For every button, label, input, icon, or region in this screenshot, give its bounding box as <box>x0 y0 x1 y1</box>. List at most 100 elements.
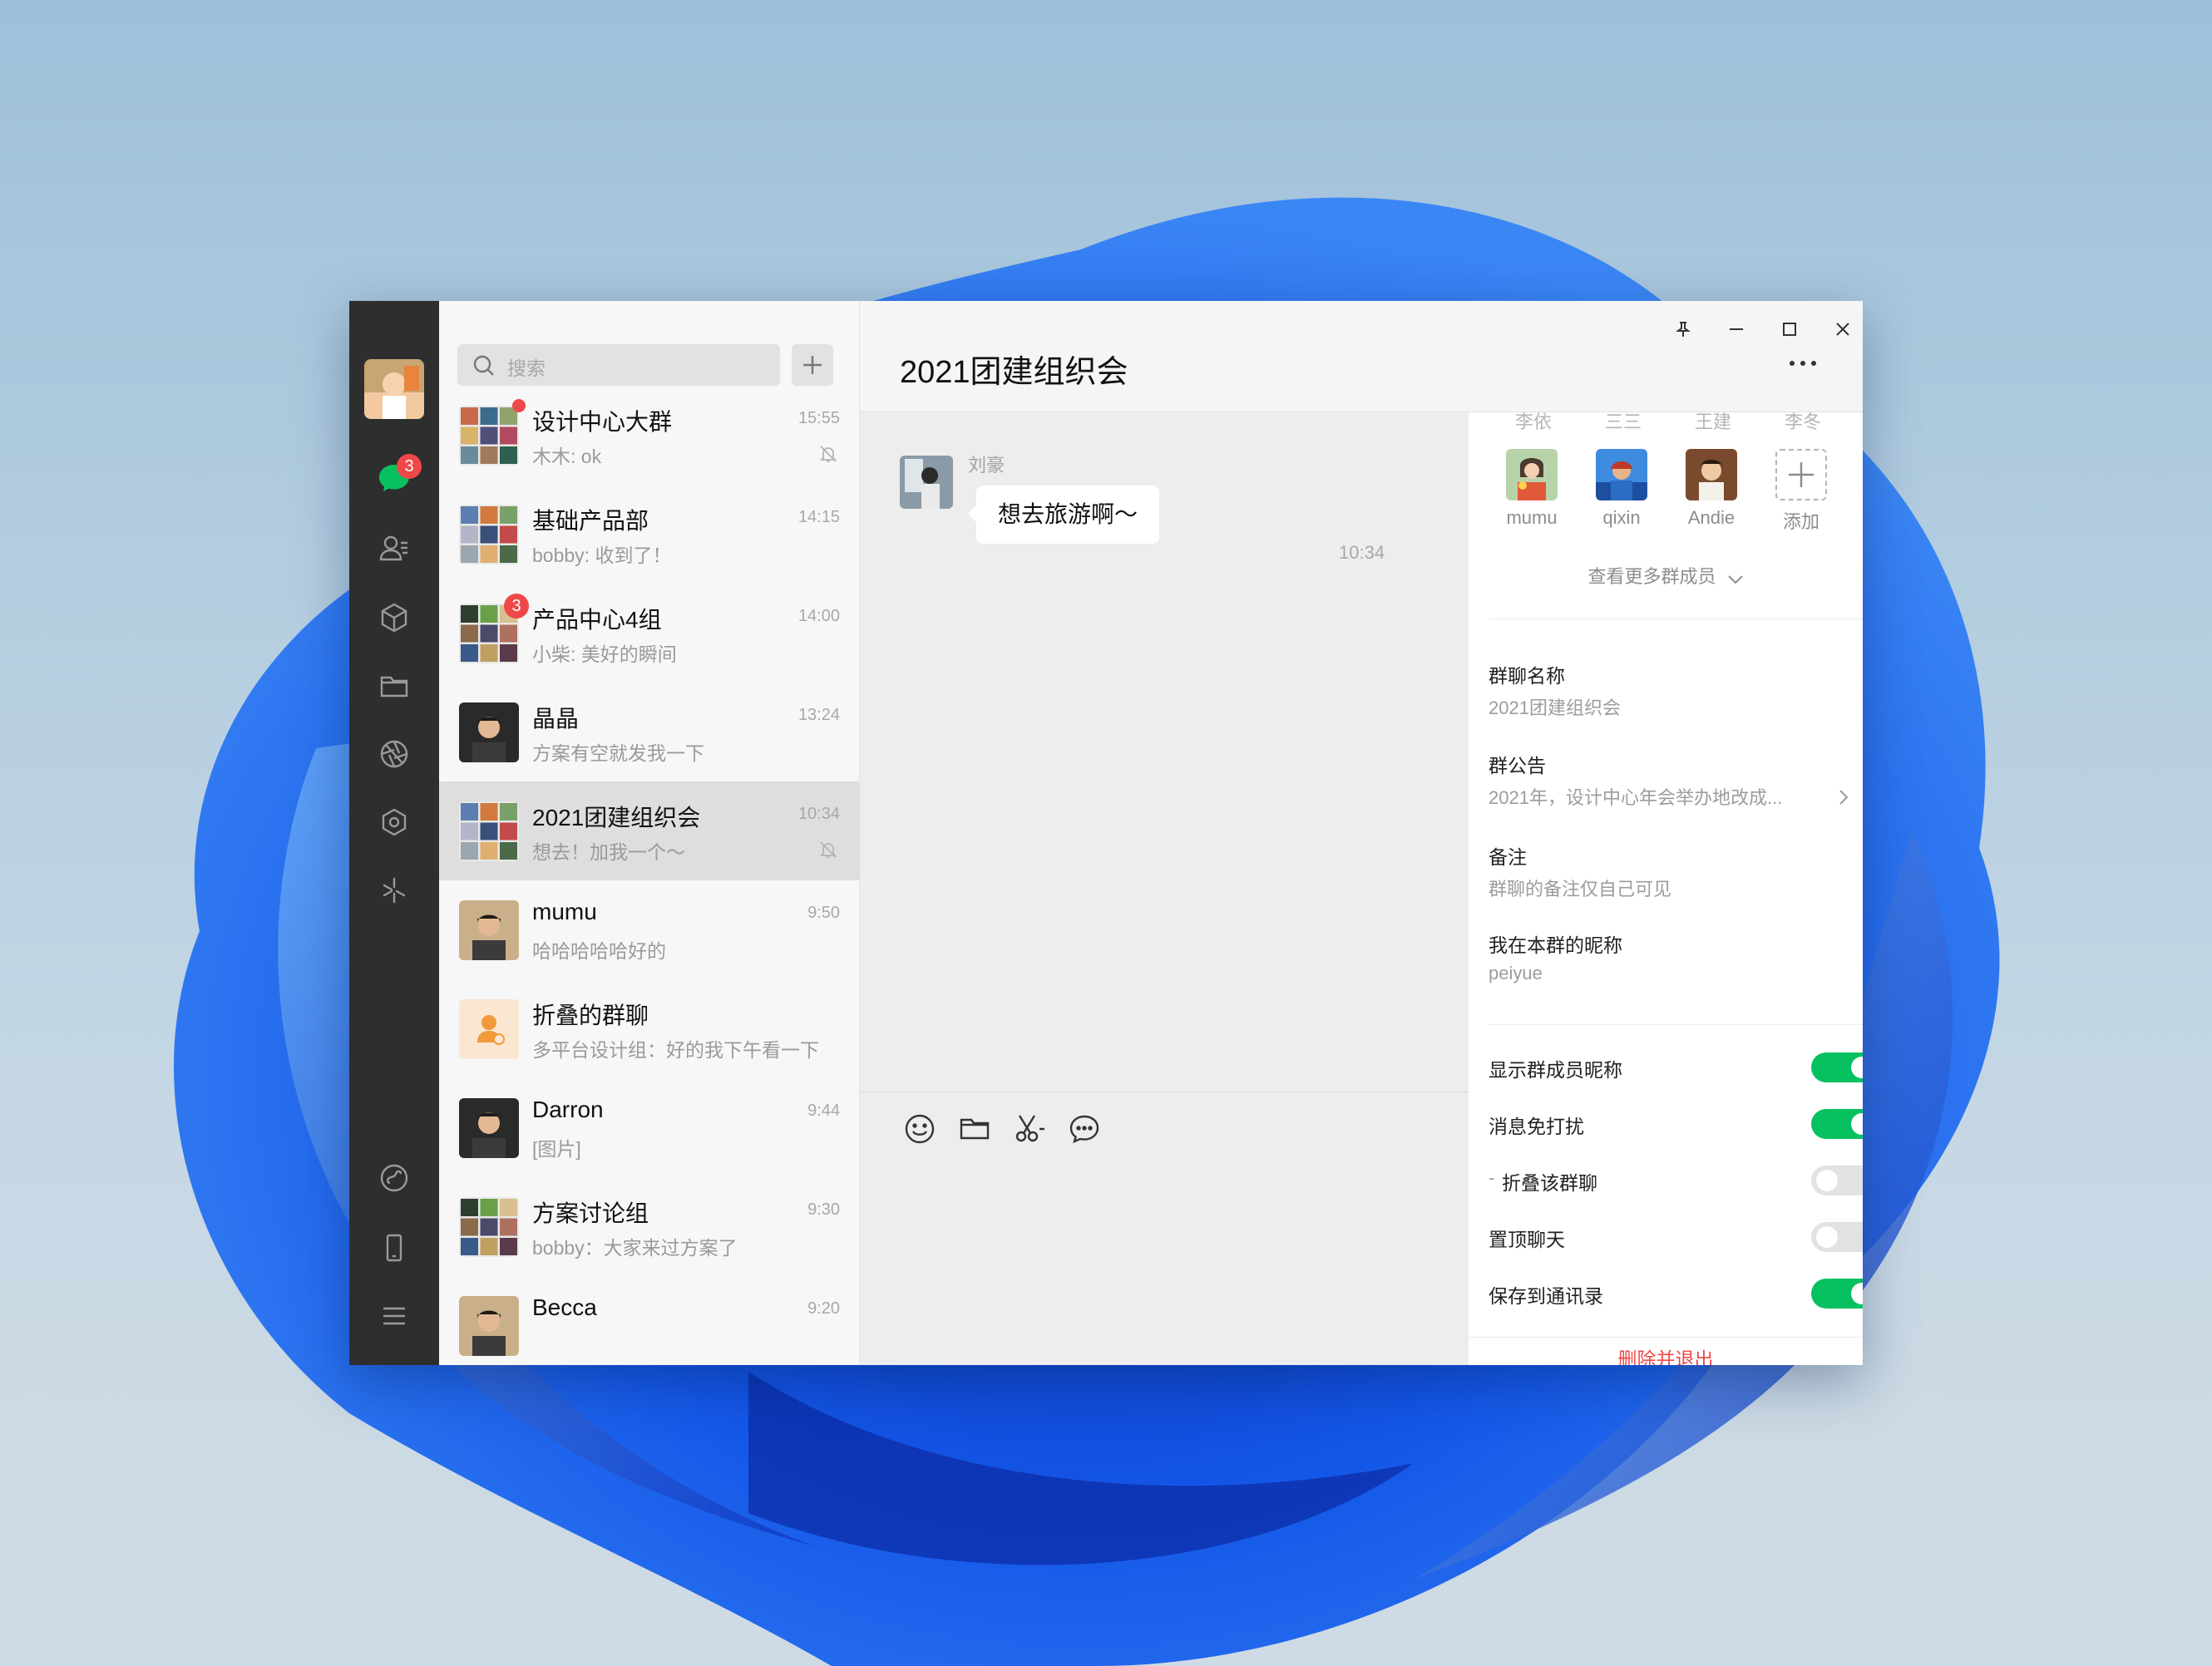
maximize-button[interactable] <box>1773 313 1806 346</box>
add-member-icon <box>1775 449 1827 500</box>
chat-time: 15:55 <box>797 409 840 427</box>
my-avatar[interactable] <box>364 359 424 419</box>
chat-time: 9:44 <box>807 1102 840 1120</box>
channels-nav-icon[interactable] <box>373 801 415 843</box>
pin-window-button[interactable] <box>1666 313 1700 346</box>
chat-unread-badge: 3 <box>397 454 422 479</box>
setting-toggle[interactable] <box>1811 1279 1863 1309</box>
chevron-down-icon <box>1727 574 1743 584</box>
folder-nav-icon[interactable] <box>373 665 415 707</box>
emoji-icon <box>905 1114 935 1144</box>
search-input[interactable]: 搜索 <box>457 344 780 386</box>
chat-header: 2021团建组织会 <box>860 301 1863 412</box>
emoji-button[interactable] <box>901 1111 938 1147</box>
file-button[interactable] <box>956 1111 993 1147</box>
plus-icon <box>803 356 822 374</box>
setting-toggle[interactable] <box>1811 1052 1863 1082</box>
muted-bell-icon <box>818 444 838 467</box>
create-chat-button[interactable] <box>792 344 833 386</box>
chat-avatar <box>459 801 519 861</box>
member-label: mumu <box>1506 507 1558 528</box>
toggle-knob <box>1816 1226 1838 1248</box>
mini-apps-icon[interactable] <box>373 1157 415 1199</box>
chat-name: mumu <box>532 899 597 924</box>
chat-list-item[interactable]: Darron [图片] 9:44 <box>439 1078 860 1177</box>
divider <box>1489 1024 1863 1025</box>
member-mumu[interactable]: mumu <box>1499 449 1565 529</box>
remark-value: 群聊的备注仅自己可见 <box>1489 879 1672 900</box>
toggle-knob <box>1851 1283 1863 1304</box>
chat-list-item[interactable]: 晶晶 方案有空就发我一下 13:24 <box>439 683 860 781</box>
toggle-knob <box>1816 1170 1838 1191</box>
chat-name: Becca <box>532 1294 597 1320</box>
contacts-nav-icon[interactable] <box>373 527 415 569</box>
chat-avatar <box>459 1098 519 1158</box>
chat-name: 基础产品部 <box>532 508 649 534</box>
chat-time: 9:50 <box>807 904 840 922</box>
chat-time: 9:30 <box>807 1200 840 1219</box>
close-icon <box>1836 323 1849 336</box>
member-avatar <box>1686 449 1737 500</box>
chat-name: 2021团建组织会 <box>532 805 701 831</box>
chat-preview: 哈哈哈哈哈好的 <box>532 940 666 962</box>
message-bubble[interactable]: 想去旅游啊～ <box>967 486 1160 544</box>
chat-history-button[interactable] <box>1066 1111 1103 1147</box>
member-name-cut: 李依 <box>1515 412 1553 432</box>
setting-label: 置顶聊天 <box>1489 1229 1565 1250</box>
chat-list-item[interactable]: Becca 9:20 <box>439 1276 860 1365</box>
chat-area: 2021团建组织会 刘豪 想去旅游啊～ 10:34 李依 三三 王建 李冬 mu… <box>860 301 1863 1365</box>
chat-list-item[interactable]: 2021团建组织会 想去！加我一个～ 10:34 <box>439 781 860 880</box>
setting-label: 保存到通讯录 <box>1489 1285 1603 1307</box>
chat-name: 产品中心4组 <box>532 607 662 633</box>
unread-badge: 3 <box>504 594 529 619</box>
close-button[interactable] <box>1826 313 1859 346</box>
chat-bubble-icon <box>1069 1115 1099 1144</box>
member-name-cut: 李冬 <box>1785 412 1822 432</box>
notice-value: 2021年，设计中心年会举办地改成... <box>1489 787 1783 808</box>
miniprogram-nav-icon[interactable] <box>373 870 415 911</box>
pin-icon <box>1676 322 1691 337</box>
minimize-button[interactable] <box>1720 313 1753 346</box>
chat-nav-icon[interactable]: 3 <box>373 454 422 499</box>
cube-nav-icon[interactable] <box>373 597 415 638</box>
chat-info-button[interactable] <box>1788 356 1818 372</box>
input-toolbar <box>860 1092 1469 1365</box>
chat-list-item[interactable]: 基础产品部 bobby: 收到了！ 14:15 <box>439 485 860 584</box>
setting-toggle[interactable] <box>1811 1109 1863 1139</box>
wechat-window: 3 搜索 设计中心大群 木木: ok 15:55 基础产品部 bobby: 收到… <box>349 301 1863 1365</box>
moments-nav-icon[interactable] <box>373 733 415 775</box>
notice-label: 群公告 <box>1489 755 1546 776</box>
member-qixin[interactable]: qixin <box>1588 449 1655 529</box>
sender-avatar[interactable] <box>900 456 953 509</box>
indent-marker: - <box>1489 1167 1495 1188</box>
minimize-icon <box>1730 328 1743 330</box>
setting-toggle[interactable] <box>1811 1222 1863 1252</box>
setting-toggle[interactable] <box>1811 1166 1863 1195</box>
phone-icon[interactable] <box>373 1227 415 1269</box>
screenshot-button[interactable] <box>1011 1111 1048 1147</box>
chat-avatar <box>459 406 519 466</box>
chat-time: 14:00 <box>797 607 840 625</box>
folder-icon <box>960 1118 990 1140</box>
remark-label: 备注 <box>1489 846 1527 868</box>
chat-name: 晶晶 <box>532 706 580 732</box>
search-placeholder: 搜索 <box>507 357 546 379</box>
chat-list-item[interactable]: 折叠的群聊 多平台设计组：好的我下午看一下 <box>439 979 860 1078</box>
chat-preview: 想去！加我一个～ <box>532 841 685 863</box>
menu-icon[interactable] <box>373 1295 415 1337</box>
member-andie[interactable]: Andie <box>1678 449 1745 529</box>
add-member-button[interactable]: 添加 <box>1768 449 1834 534</box>
nickname-value: peiyue <box>1489 963 1543 983</box>
more-members-link[interactable]: 查看更多群成员 <box>1469 562 1863 589</box>
delete-and-exit-button[interactable]: 删除并退出 <box>1469 1343 1863 1365</box>
chat-list-item[interactable]: mumu 哈哈哈哈哈好的 9:50 <box>439 880 860 979</box>
member-label: qixin <box>1602 507 1641 528</box>
chat-list-item[interactable]: 方案讨论组 bobby：大家来过方案了 9:30 <box>439 1177 860 1276</box>
message-time: 10:34 <box>1339 542 1385 563</box>
chat-list-item[interactable]: 产品中心4组 小柴: 美好的瞬间 14:00 3 <box>439 584 860 683</box>
member-label: Andie <box>1687 507 1736 528</box>
chat-avatar <box>459 702 519 762</box>
scissors-icon <box>1015 1115 1044 1142</box>
setting-label: 消息免打扰 <box>1489 1116 1584 1137</box>
chat-list-item[interactable]: 设计中心大群 木木: ok 15:55 <box>439 386 860 485</box>
